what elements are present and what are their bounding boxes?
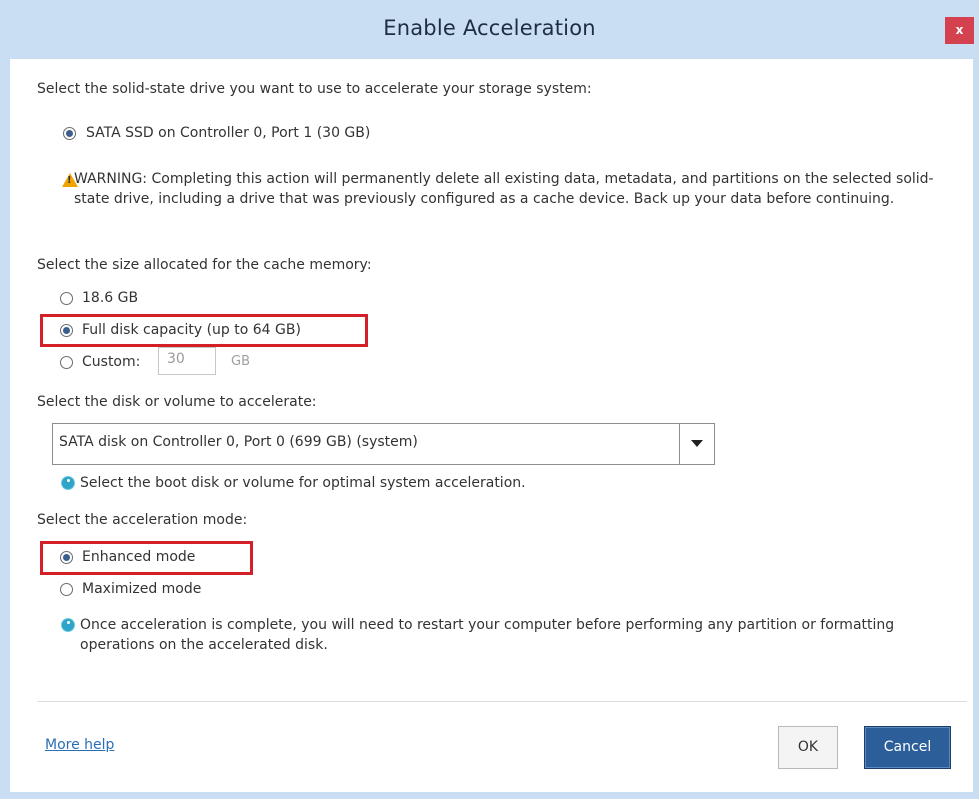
warning-text: WARNING: Completing this action will per… [74,171,934,207]
mode-maximized-label: Maximized mode [82,581,202,597]
close-icon: x [955,23,964,37]
dialog-title: Enable Acceleration [383,16,596,40]
ssd-option-label: SATA SSD on Controller 0, Port 1 (30 GB) [86,125,371,141]
disk-prompt: Select the disk or volume to accelerate: [37,394,317,410]
dialog-content: Select the solid-state drive you want to… [10,59,973,792]
custom-size-input[interactable]: 30 [158,347,216,375]
cache-prompt: Select the size allocated for the cache … [37,257,372,273]
title-bar: Enable Acceleration x [0,0,979,59]
cache-radio-18-6[interactable] [60,292,73,305]
dialog-window: Enable Acceleration x Select the solid-s… [0,0,979,799]
cache-option-full-disk-label: Full disk capacity (up to 64 GB) [82,322,301,338]
ok-button[interactable]: OK [778,726,838,769]
dropdown-button[interactable] [679,424,714,464]
cache-option-custom-label: Custom: [82,354,141,370]
info-icon [61,618,75,632]
custom-size-unit: GB [231,354,250,369]
footer-divider [37,701,967,702]
mode-radio-enhanced[interactable] [60,551,73,564]
mode-radio-maximized[interactable] [60,583,73,596]
chevron-down-icon [691,440,703,447]
cache-option-18-6-label: 18.6 GB [82,290,139,306]
disk-select-value: SATA disk on Controller 0, Port 0 (699 G… [59,434,418,450]
ssd-prompt: Select the solid-state drive you want to… [37,81,592,97]
info-icon [61,476,75,490]
cancel-button[interactable]: Cancel [864,726,951,769]
disk-select-dropdown[interactable]: SATA disk on Controller 0, Port 0 (699 G… [52,423,715,465]
cache-radio-custom[interactable] [60,356,73,369]
more-help-link[interactable]: More help [45,737,114,753]
mode-enhanced-label: Enhanced mode [82,549,196,565]
disk-hint: Select the boot disk or volume for optim… [80,475,526,491]
ssd-radio[interactable] [63,127,76,140]
mode-note: Once acceleration is complete, you will … [80,617,895,653]
close-button[interactable]: x [945,17,974,44]
mode-prompt: Select the acceleration mode: [37,512,248,528]
cache-radio-full-disk[interactable] [60,324,73,337]
